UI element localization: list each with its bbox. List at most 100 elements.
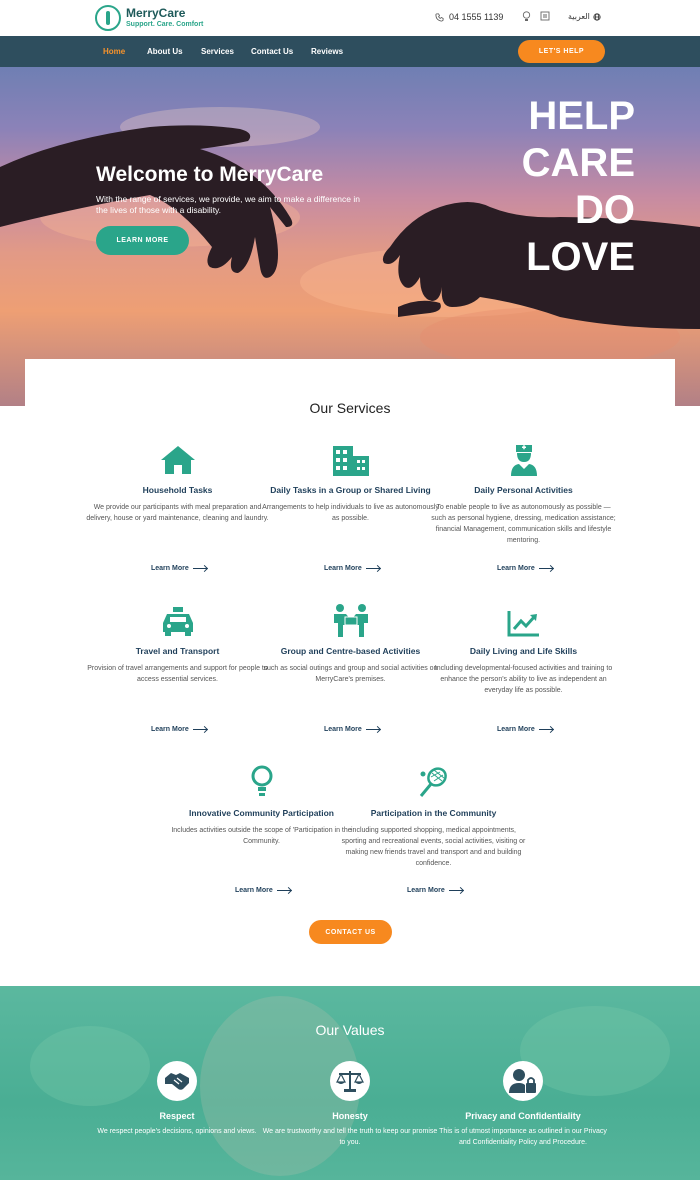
learn-more-label: Learn More [324,565,362,572]
chart-icon [507,611,539,637]
arrow-right-icon [538,729,553,730]
value-card: Respect We respect people's decisions, o… [87,1061,267,1137]
arrow-right-icon [538,568,553,569]
service-title: Innovative Community Participation [189,808,334,818]
phone-link[interactable]: 04 1555 1139 [435,12,503,22]
service-title: Household Tasks [142,485,213,495]
slogan-line: HELP [528,94,635,138]
contact-us-button[interactable]: CONTACT US [309,920,392,944]
learn-more-label: Learn More [497,726,535,733]
service-title: Daily Personal Activities [474,485,573,495]
values-title: Our Values [315,1022,385,1038]
service-card: Daily Living and Life Skills Including d… [431,603,616,696]
service-desc: such as social outings and group and soc… [263,665,438,683]
service-title: Daily Living and Life Skills [469,646,578,656]
lightbulb-icon[interactable] [522,11,531,25]
nav-contact[interactable]: Contact Us [251,47,293,56]
learn-more-label: Learn More [235,887,273,894]
tennis-icon [419,767,447,797]
value-name: Respect [159,1111,195,1121]
learn-more-label: Learn More [497,565,535,572]
language-switch[interactable]: العربية [568,12,601,21]
service-desc: including supported shopping, medical ap… [341,827,526,867]
service-card: Daily Personal Activities To enable peop… [431,442,616,546]
learn-more-label: Learn More [151,565,189,572]
service-card: Daily Tasks in a Group or Shared Living … [258,442,443,524]
service-title: Participation in the Community [370,808,497,818]
learn-more-link[interactable]: Learn More [151,565,207,572]
service-card: Innovative Community Participation Inclu… [169,765,354,847]
arrow-right-icon [448,890,463,891]
nav-home[interactable]: Home [103,47,125,56]
service-desc: Provision of travel arrangements and sup… [87,665,268,683]
nurse-icon [510,445,537,476]
brand-name: MerryCare [126,6,186,20]
user-lock-icon [509,1069,536,1093]
service-title: Travel and Transport [135,646,220,656]
service-card: Group and Centre-based Activities such a… [258,603,443,685]
learn-more-link[interactable]: Learn More [235,887,291,894]
value-desc: We are trustworthy and tell the truth to… [262,1128,438,1146]
handshake-icon [165,1073,189,1090]
globe-icon [593,12,601,21]
phone-number: 04 1555 1139 [449,12,504,22]
learn-more-link[interactable]: Learn More [497,726,553,733]
service-card: Participation in the Community including… [341,765,526,869]
lightbulb-icon [251,765,272,796]
arrow-right-icon [365,729,380,730]
top-bar: MerryCare Support. Care. Comfort 04 1555… [0,0,700,36]
learn-more-label: Learn More [151,726,189,733]
values-section: Our Values Respect We respect people's d… [0,986,700,1180]
scales-icon [336,1071,364,1092]
taxi-icon [162,607,193,636]
hero-slogan: HELP CARE DO LOVE [522,93,635,281]
value-card: Honesty We are trustworthy and tell the … [260,1061,440,1148]
learn-more-label: Learn More [407,887,445,894]
nav-services[interactable]: Services [201,47,234,56]
service-desc: Including developmental-focused activiti… [434,665,613,694]
learn-more-link[interactable]: Learn More [151,726,207,733]
logo-icon [95,5,121,31]
building-icon [332,446,369,476]
slogan-line: LOVE [526,235,635,279]
hero-text: With the range of services, we provide, … [96,194,360,215]
arrow-right-icon [365,568,380,569]
value-name: Honesty [332,1111,368,1121]
services-title: Our Services [309,400,391,416]
value-card: Privacy and Confidentiality This is of u… [433,1061,613,1148]
service-desc: We provide our participants with meal pr… [86,504,269,522]
value-desc: We respect people's decisions, opinions … [97,1128,257,1135]
house-icon [160,446,195,474]
service-desc: Arrangements to help individuals to live… [262,504,439,522]
language-label: العربية [568,12,590,21]
service-card: Travel and Transport Provision of travel… [85,603,270,685]
value-name: Privacy and Confidentiality [465,1111,581,1121]
learn-more-link[interactable]: Learn More [407,887,463,894]
phone-icon [435,12,444,22]
nav-reviews[interactable]: Reviews [311,47,343,56]
logo[interactable]: MerryCare Support. Care. Comfort [95,5,203,31]
lets-help-button[interactable]: LET'S HELP [518,40,605,63]
brand-tagline: Support. Care. Comfort [126,21,204,28]
hero-banner: Welcome to MerryCare With the range of s… [0,67,700,406]
arrow-right-icon [192,568,207,569]
service-title: Daily Tasks in a Group or Shared Living [270,485,431,495]
learn-more-link[interactable]: Learn More [324,565,380,572]
arrow-right-icon [192,729,207,730]
service-desc: To enable people to live as autonomously… [431,504,616,544]
slogan-line: CARE [521,141,635,185]
service-card: Household Tasks We provide our participa… [85,442,270,524]
learn-more-link[interactable]: Learn More [497,565,553,572]
main-nav: Home About Us Services Contact Us Review… [0,36,700,67]
group-icon [333,604,368,637]
learn-more-label: Learn More [324,726,362,733]
service-title: Group and Centre-based Activities [280,646,421,656]
slogan-line: DO [575,188,635,232]
value-desc: This is of utmost importance as outlined… [439,1128,607,1146]
accessibility-icon[interactable] [540,11,550,25]
learn-more-button[interactable]: LEARN MORE [96,226,189,255]
arrow-right-icon [276,890,291,891]
service-desc: Includes activities outside the scope of… [171,827,352,845]
learn-more-link[interactable]: Learn More [324,726,380,733]
nav-about[interactable]: About Us [147,47,183,56]
